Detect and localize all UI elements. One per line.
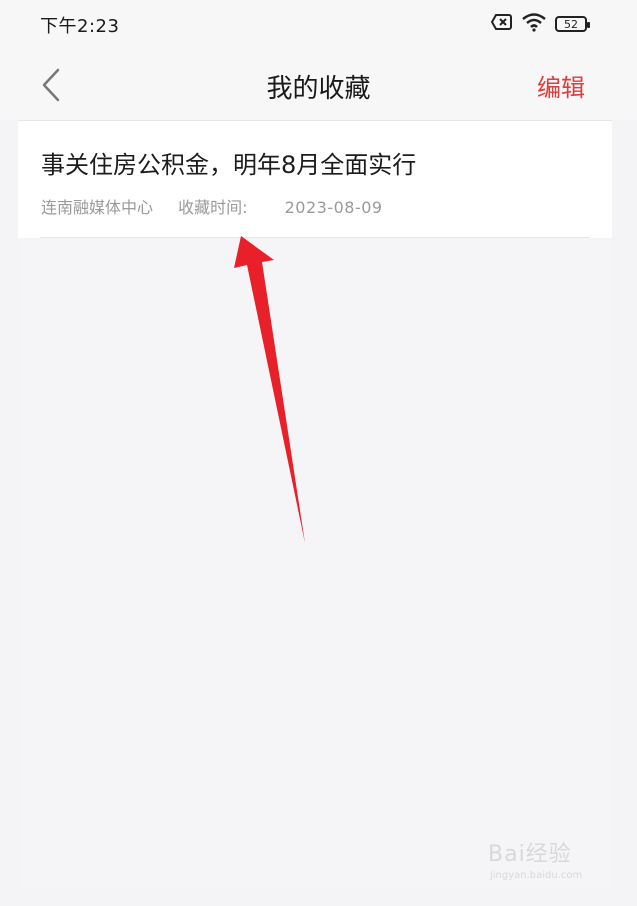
favorite-list-item[interactable]: 事关住房公积金，明年8月全面实行 连南融媒体中心 收藏时间: 2023-08-0… bbox=[18, 121, 612, 238]
watermark-sub: jingyan.baidu.com bbox=[490, 870, 583, 881]
favorite-meta: 连南融媒体中心 收藏时间: 2023-08-09 bbox=[41, 194, 403, 218]
battery-level: 52 bbox=[564, 17, 578, 31]
favorite-date: 2023-08-09 bbox=[284, 198, 383, 217]
item-divider bbox=[40, 237, 590, 238]
status-icons: 52 bbox=[490, 12, 590, 36]
status-time: 下午2:23 bbox=[40, 16, 120, 37]
favorite-time-label: 收藏时间: bbox=[178, 198, 248, 217]
battery-icon: 52 bbox=[555, 16, 590, 32]
header-area: 下午2:23 52 我的收藏 编辑 bbox=[0, 0, 637, 120]
watermark: Bai经验 bbox=[488, 842, 572, 867]
favorite-title[interactable]: 事关住房公积金，明年8月全面实行 bbox=[41, 145, 416, 180]
sim-x-icon bbox=[490, 13, 513, 35]
status-bar: 下午2:23 52 bbox=[0, 0, 637, 50]
favorite-source: 连南融媒体中心 bbox=[41, 198, 154, 217]
edit-button[interactable]: 编辑 bbox=[537, 68, 585, 103]
nav-bar: 我的收藏 编辑 bbox=[0, 50, 637, 120]
wifi-icon bbox=[521, 12, 547, 36]
